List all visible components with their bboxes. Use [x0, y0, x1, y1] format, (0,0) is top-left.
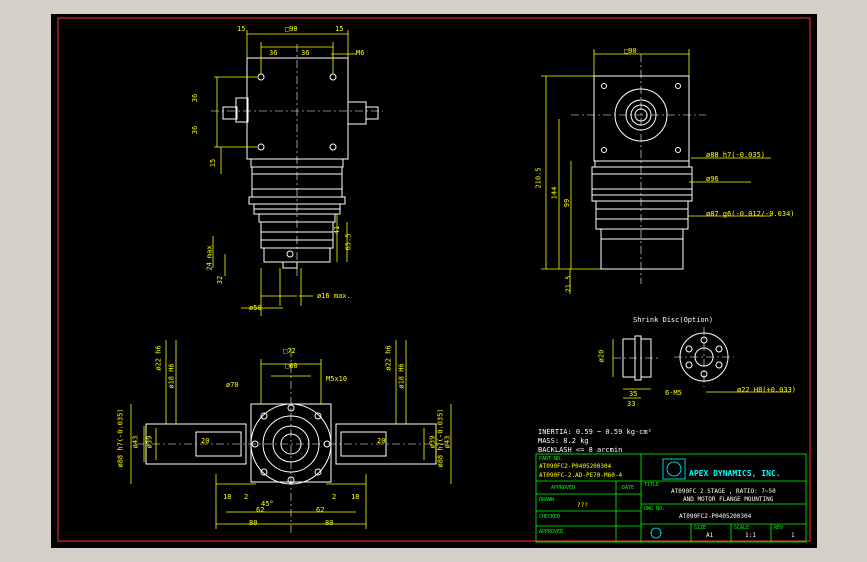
tb-part-no-2: AT090FC-2.AD-PE70-M60-4 — [539, 472, 623, 479]
dim-62-left: 62 — [256, 506, 265, 514]
dim-phi88-left: ø88 h7(-0.035) — [116, 408, 125, 468]
dim-phi96: ø96 — [706, 175, 719, 183]
dim-phi16: ø16 max. — [317, 292, 351, 300]
tb-size: A1 — [706, 532, 714, 539]
tb-part-no-1: AT090FC2-P0405200304 — [539, 463, 612, 470]
dim-36-left: 36 — [269, 49, 278, 57]
tb-dwg-no: AT090FC2-P0405200304 — [679, 513, 752, 520]
spec-backlash: BACKLASH <= 8 arcmin — [538, 446, 623, 454]
dim-phi22-h6-right: ø22 h6 — [384, 345, 393, 371]
dim-18-right: 18 — [351, 493, 360, 501]
dim-80-right: 80 — [325, 519, 334, 527]
dim-phi18-h6-right: ø18 H6 — [397, 363, 406, 389]
spec-inertia: INERTIA: 0.59 ~ 0.59 kg-cm² — [538, 428, 652, 436]
dim-144: 144 — [550, 186, 559, 200]
dim-2-right: 2 — [332, 493, 337, 501]
dim-phi87-g6: ø87 g6(-0.012/-0.034) — [706, 210, 795, 218]
tb-rev: 1 — [791, 532, 795, 539]
tb-checked-label: CHECKED — [539, 514, 561, 520]
cad-viewport[interactable]: □90 15 15 36 36 M6 36 36 15 41 65.5 24 m… — [51, 14, 817, 548]
dim-15-left: 15 — [237, 25, 246, 33]
dim-phi50: ø50 — [249, 304, 262, 312]
dim-phi22-h8: ø22 H8(+0.033) — [737, 386, 797, 394]
dim-20-left: 20 — [201, 437, 210, 445]
dim-phi88-h7: ø88 h7(-0.035) — [706, 151, 766, 159]
dim-m5x10: M5x10 — [326, 375, 348, 383]
dim-80-left: 80 — [249, 519, 258, 527]
dim-36-vert-bottom: 36 — [191, 125, 200, 135]
dim-6-m5: 6-M5 — [665, 389, 682, 397]
dim-phi43-right: ø43 — [443, 435, 452, 449]
dim-phi43-left: ø43 — [131, 435, 140, 449]
tb-title-1: AT090FC 2 STAGE , RATIO: 7~50 — [671, 488, 776, 495]
dim-41: 41 — [333, 225, 342, 235]
dim-square-72: □72 — [283, 347, 296, 355]
dim-21-5: 21.5 — [564, 275, 573, 293]
tb-approved-label: APPROVED — [551, 485, 576, 491]
dim-18-left: 18 — [223, 493, 232, 501]
dim-99: 99 — [563, 198, 572, 208]
dim-m6: M6 — [356, 49, 365, 57]
spec-mass: MASS: 8.2 kg — [538, 437, 589, 445]
dim-65-5: 65.5 — [344, 233, 353, 251]
shrink-disc-label: Shrink Disc(Option) — [633, 316, 714, 324]
dim-phi22-h6-left: ø22 h6 — [154, 345, 163, 371]
tb-dwg-no-label: DWG NO. — [644, 506, 666, 512]
dim-33: 33 — [627, 400, 636, 408]
tb-part-no-label: PART NO. — [539, 456, 564, 462]
dim-phi39-right: ø39 — [428, 435, 437, 449]
dim-square-90: □90 — [285, 25, 298, 33]
dim-36-right: 36 — [301, 49, 310, 57]
dim-2-left: 2 — [244, 493, 249, 501]
tb-title-2: AND MOTOR FLANGE MOUNTING — [683, 496, 774, 503]
tb-drawn-value: ??? — [577, 502, 588, 509]
dim-210-5: 210.5 — [534, 167, 543, 189]
tb-title-label: TITLE — [644, 482, 660, 488]
tb-drawn-label: DRAWN — [539, 497, 555, 503]
dim-24-max: 24 max — [205, 245, 214, 271]
dim-36-vert-top: 36 — [191, 93, 200, 103]
tb-company: APEX DYNAMICS, INC. — [689, 469, 781, 478]
dim-phi39-left: ø39 — [145, 435, 154, 449]
dim-15-vert: 15 — [209, 158, 218, 168]
dim-square-90-right: □90 — [624, 47, 637, 55]
tb-approver-label: APPROVER — [539, 529, 564, 535]
tb-rev-label: REV — [774, 525, 784, 531]
dim-35: 35 — [629, 390, 638, 398]
dim-square-60: □60 — [285, 362, 298, 370]
dim-phi18-h6-left: ø18 H6 — [167, 363, 176, 389]
tb-size-label: SIZE — [694, 525, 707, 531]
dim-20-right: 20 — [377, 437, 386, 445]
dim-phi70: ø70 — [226, 381, 239, 389]
tb-scale-label: SCALE — [734, 525, 750, 531]
dim-15-right: 15 — [335, 25, 344, 33]
dim-62-right: 62 — [316, 506, 325, 514]
dim-phi20: ø20 — [597, 349, 606, 363]
tb-scale: 1:1 — [745, 532, 756, 539]
dim-32: 32 — [216, 275, 225, 285]
tb-date-label: DATE — [622, 485, 635, 491]
